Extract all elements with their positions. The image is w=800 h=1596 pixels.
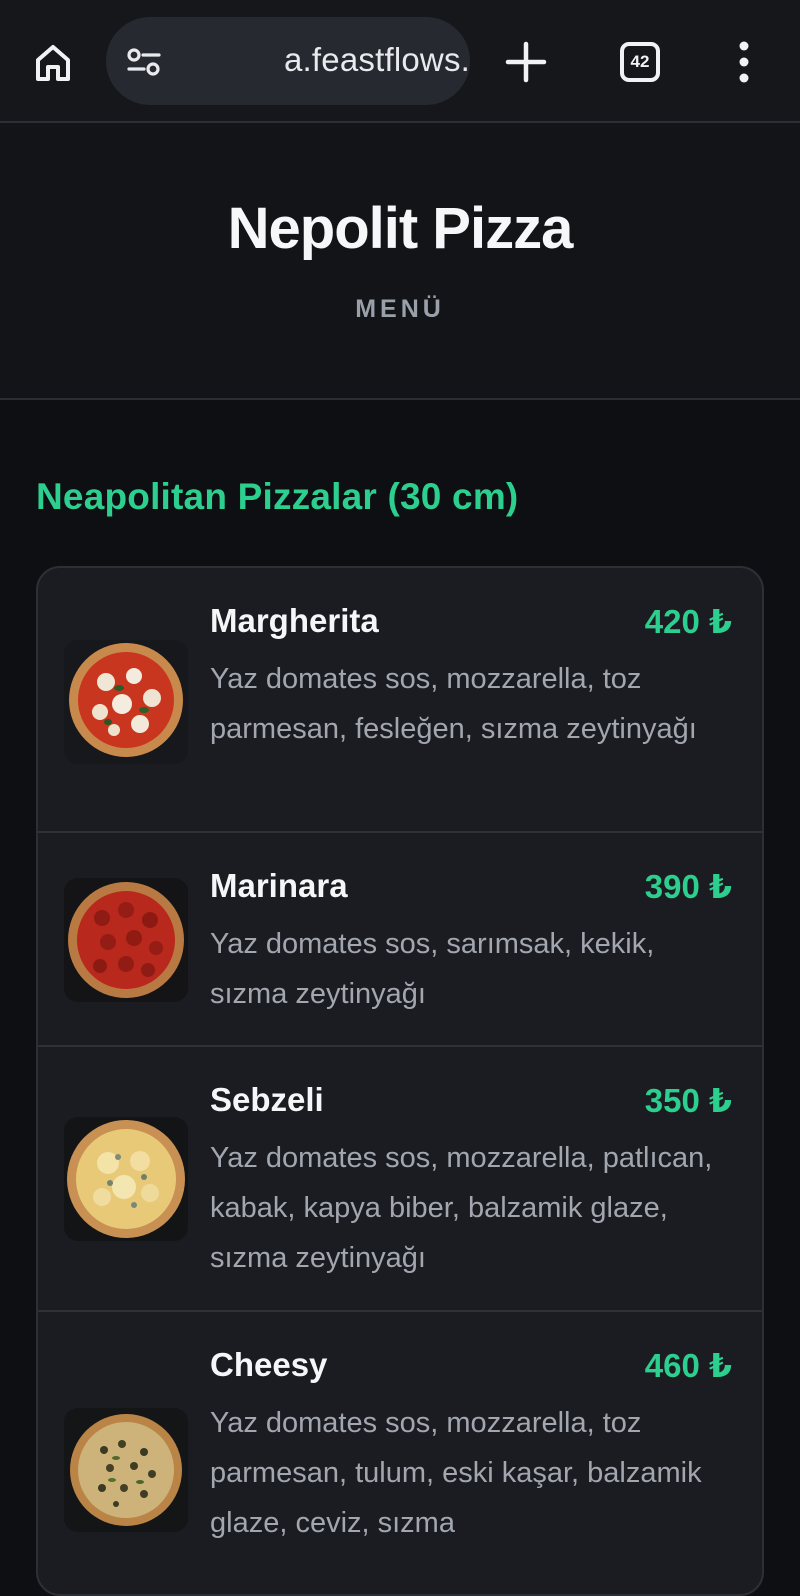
- menu-card: Margherita 420 ₺ Yaz domates sos, mozzar…: [36, 566, 764, 1596]
- tab-count: 42: [630, 52, 650, 71]
- item-description: Yaz domates sos, mozzarella, toz parmesa…: [210, 1407, 702, 1539]
- item-price: 460 ₺: [644, 1347, 732, 1384]
- url-text[interactable]: a.feastflows.com: [284, 41, 470, 79]
- section-title: Neapolitan Pizzalar (30 cm): [36, 476, 519, 517]
- item-price: 420 ₺: [644, 603, 732, 640]
- more-vert-icon[interactable]: [732, 40, 756, 84]
- site-settings-icon[interactable]: [126, 47, 162, 77]
- item-description: Yaz domates sos, mozzarella, toz parmesa…: [210, 663, 697, 745]
- item-description: Yaz domates sos, mozzarella, patlıcan, k…: [210, 1142, 713, 1274]
- sebzeli-pizza-image: [64, 1117, 188, 1241]
- menu-item-marinara[interactable]: Marinara 390 ₺ Yaz domates sos, sarımsak…: [38, 833, 762, 1047]
- home-icon: [36, 45, 70, 81]
- tab-switcher-icon[interactable]: 42: [620, 42, 660, 82]
- item-description: Yaz domates sos, sarımsak, kekik, sızma …: [210, 928, 655, 1010]
- menu-item-margherita[interactable]: Margherita 420 ₺ Yaz domates sos, mozzar…: [38, 568, 762, 833]
- menu-item-sebzeli[interactable]: Sebzeli 350 ₺ Yaz domates sos, mozzarell…: [38, 1047, 762, 1312]
- address-bar[interactable]: a.feastflows.com: [106, 17, 470, 105]
- menu-item-cheesy[interactable]: Cheesy 460 ₺ Yaz domates sos, mozzarella…: [38, 1312, 762, 1594]
- restaurant-title: Nepolit Pizza: [227, 196, 574, 261]
- plus-icon[interactable]: [502, 38, 550, 86]
- menu-content: Neapolitan Pizzalar (30 cm) Margherita 4…: [0, 400, 800, 1596]
- item-name: Sebzeli: [210, 1081, 324, 1118]
- menu-subtitle: MENÜ: [355, 295, 445, 323]
- home-button[interactable]: [28, 38, 78, 88]
- item-price: 350 ₺: [644, 1082, 732, 1119]
- site-header: Nepolit Pizza MENÜ: [0, 123, 800, 400]
- item-name: Margherita: [210, 602, 379, 639]
- item-name: Cheesy: [210, 1346, 328, 1383]
- margherita-pizza-image: [64, 640, 188, 764]
- cheesy-pizza-image: [64, 1408, 188, 1532]
- url-fade: [168, 17, 288, 105]
- browser-toolbar: a.feastflows.com 42: [0, 0, 800, 123]
- marinara-pizza-image: [64, 878, 188, 1002]
- item-price: 390 ₺: [644, 868, 732, 905]
- item-name: Marinara: [210, 867, 348, 904]
